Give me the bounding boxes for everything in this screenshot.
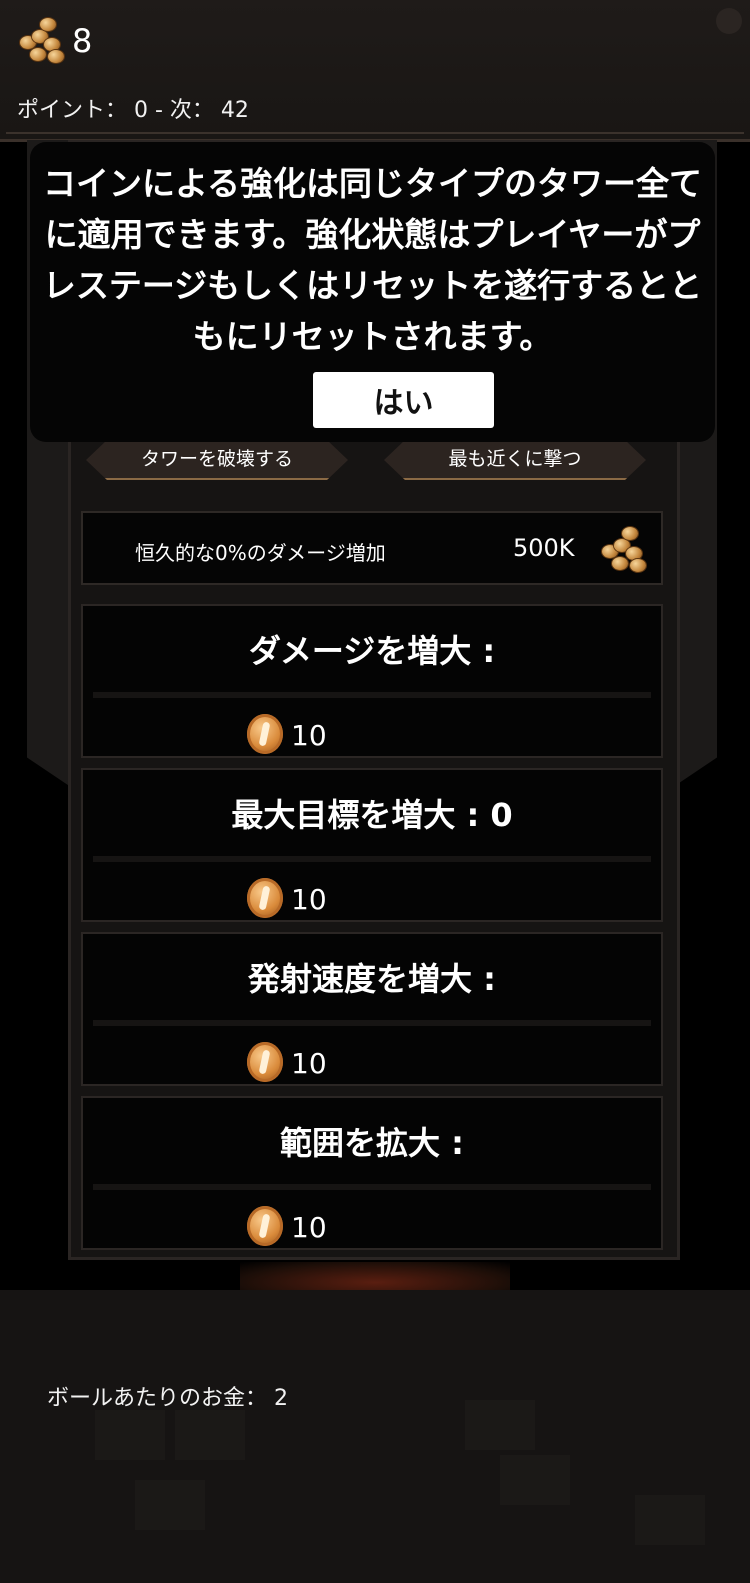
background-block <box>135 1480 205 1530</box>
coin-icon <box>247 714 283 754</box>
coin-icon <box>247 1206 283 1246</box>
background-block <box>175 1410 245 1460</box>
upgrade-cost-value: 10 <box>291 883 327 916</box>
upgrade-range[interactable]: 範囲を拡大 : 10 <box>81 1096 663 1250</box>
coin-icon <box>247 1042 283 1082</box>
upgrade-cost-value: 10 <box>291 719 327 752</box>
upgrade-title: 最大目標を増大 : 0 <box>231 796 513 834</box>
top-hud: 8 ポイント： 0 - 次： 42 <box>0 0 750 142</box>
upgrade-max-targets[interactable]: 最大目標を増大 : 0 10 <box>81 768 663 922</box>
upgrade-damage[interactable]: ダメージを増大 : 10 <box>81 604 663 758</box>
background-block <box>500 1455 570 1505</box>
permanent-boost-cost: 500K <box>513 534 575 562</box>
destroy-tower-button[interactable]: タワーを破壊する <box>86 440 348 480</box>
background-block <box>95 1410 165 1460</box>
upgrade-title: 範囲を拡大 : <box>280 1124 464 1162</box>
permanent-boost-label: 恒久的な0%のダメージ増加 <box>135 541 386 565</box>
money-per-ball: ボールあたりのお金： 2 <box>47 1386 288 1411</box>
permanent-damage-boost-row[interactable]: 恒久的な0%のダメージ増加 500K <box>81 511 663 585</box>
coin-stack-icon <box>18 16 68 66</box>
upgrade-cost-value: 10 <box>291 1047 327 1080</box>
yes-button[interactable]: はい <box>313 372 494 428</box>
background-block <box>635 1495 705 1545</box>
info-dialog: コインによる強化は同じタイプのタワー全てに適用できます。強化状態はプレイヤーがプ… <box>30 142 715 442</box>
dialog-message: コインによる強化は同じタイプのタワー全てに適用できます。強化状態はプレイヤーがプ… <box>42 164 703 356</box>
game-field <box>0 1290 750 1583</box>
background-block <box>465 1400 535 1450</box>
upgrade-cost-value: 10 <box>291 1211 327 1244</box>
points-progress: ポイント： 0 - 次： 42 <box>17 98 249 123</box>
upgrade-title: 発射速度を増大 : <box>248 960 496 998</box>
upgrade-title: ダメージを増大 : <box>248 632 496 670</box>
coin-stack-icon <box>600 525 650 575</box>
upgrade-fire-rate[interactable]: 発射速度を増大 : 10 <box>81 932 663 1086</box>
hud-corner-ornament <box>716 8 742 34</box>
coin-count: 8 <box>72 22 93 60</box>
coin-icon <box>247 878 283 918</box>
shoot-nearest-button[interactable]: 最も近くに撃つ <box>384 440 646 480</box>
